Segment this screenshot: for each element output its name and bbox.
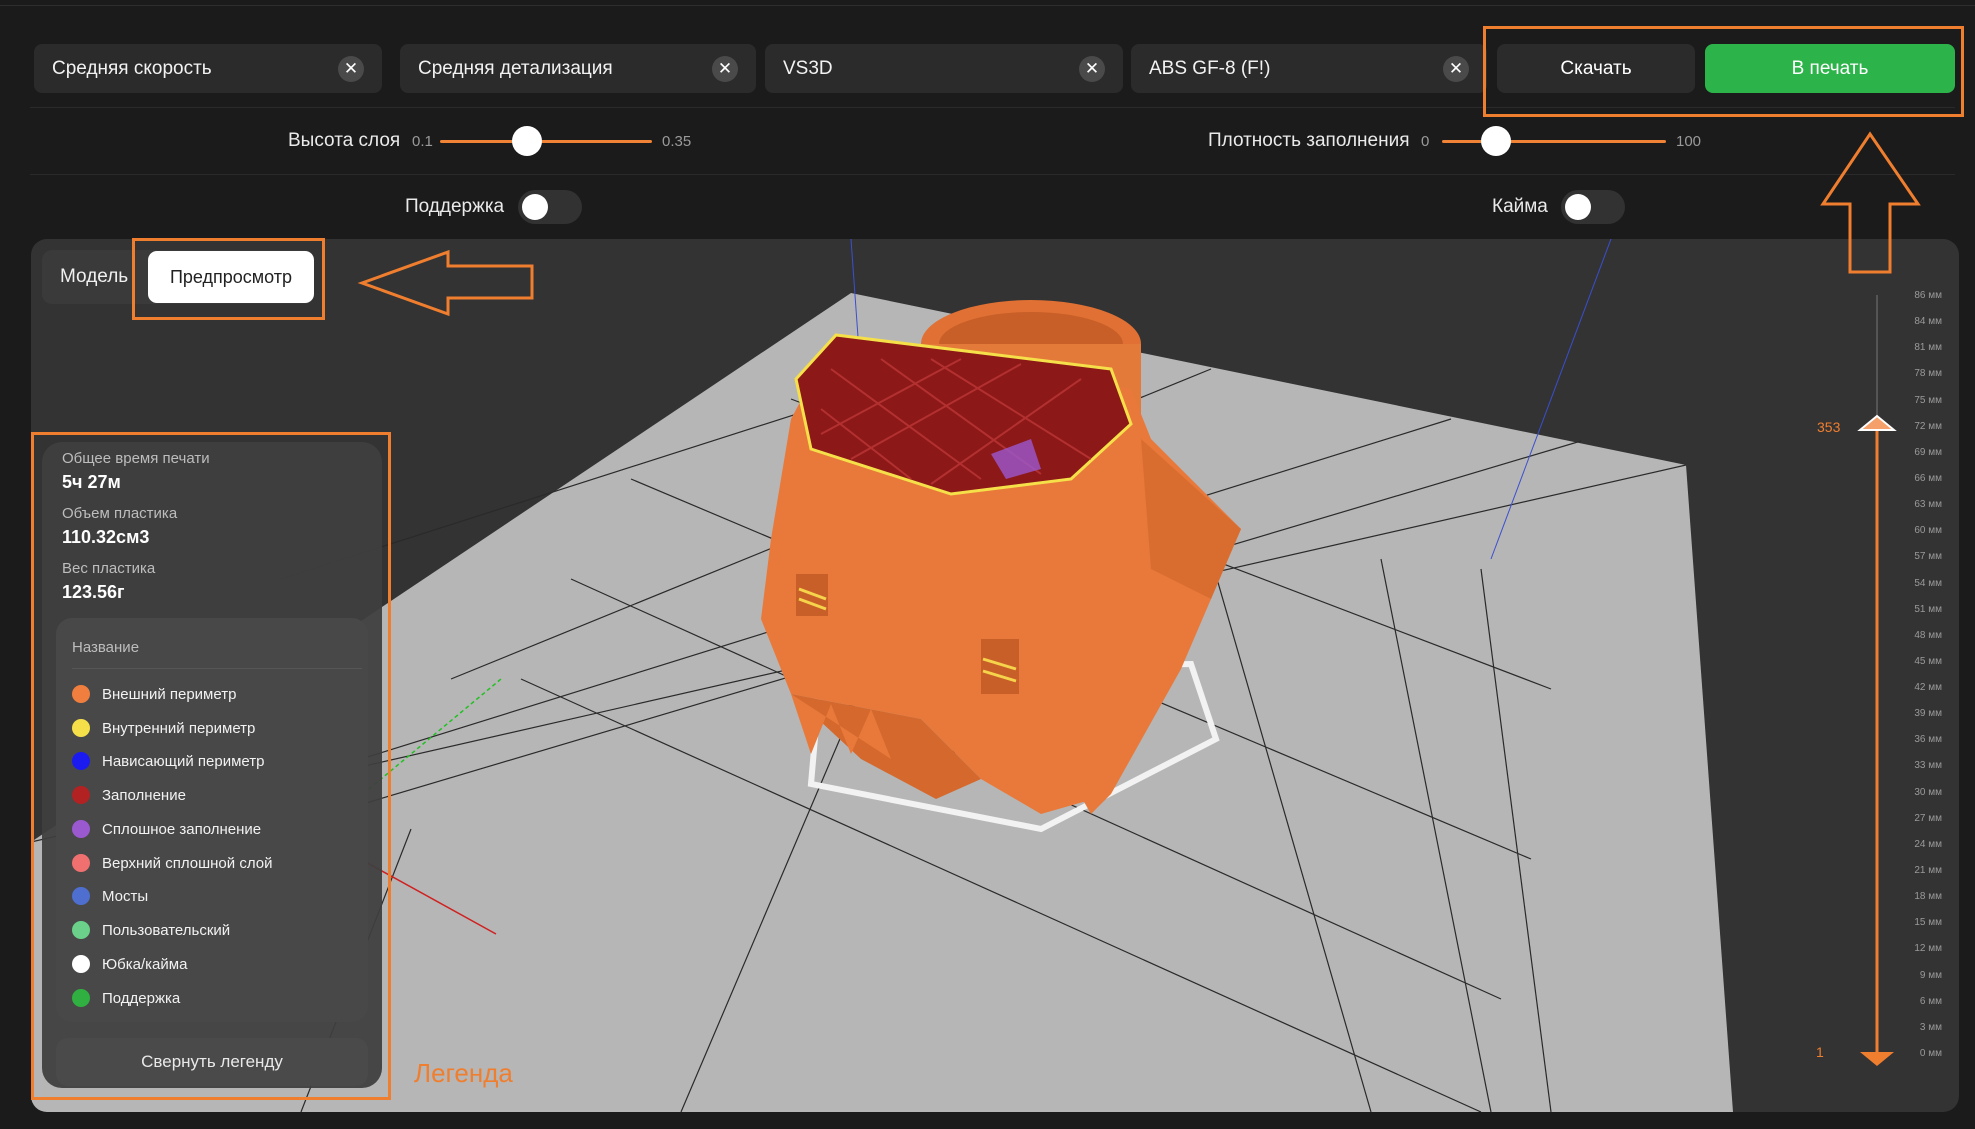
layer-height-slider[interactable] <box>440 140 652 143</box>
detail-profile-chip[interactable]: Средняя детализация ✕ <box>400 44 756 93</box>
layer-height-slider-handle[interactable] <box>511 126 542 156</box>
ruler-tick-label: 30 мм <box>1914 786 1942 798</box>
actions-highlight <box>1483 26 1964 117</box>
ruler-tick-label: 54 мм <box>1914 577 1942 589</box>
printer-chip[interactable]: VS3D ✕ <box>765 44 1123 93</box>
infill-density-slider[interactable] <box>1442 140 1666 143</box>
infill-density-label: Плотность заполнения <box>1208 130 1410 151</box>
ruler-tick-label: 72 мм <box>1914 420 1942 432</box>
infill-density-max: 100 <box>1676 133 1702 150</box>
toggle-knob <box>522 194 548 220</box>
layer-bottom-value: 1 <box>1816 1044 1824 1060</box>
ruler-tick-label: 81 мм <box>1914 342 1942 354</box>
tab-model[interactable]: Модель <box>60 266 128 288</box>
close-icon[interactable]: ✕ <box>712 55 738 82</box>
ruler-tick-label: 51 мм <box>1914 603 1942 615</box>
ruler-tick-label: 24 мм <box>1914 838 1942 850</box>
ruler-tick-label: 12 мм <box>1914 943 1942 955</box>
printer-label: VS3D <box>783 57 833 79</box>
ruler-tick-label: 57 мм <box>1914 551 1942 563</box>
divider <box>30 174 1955 175</box>
ruler-tick-label: 84 мм <box>1914 316 1942 328</box>
material-label: ABS GF-8 (F!) <box>1149 57 1271 79</box>
ruler-tick-label: 27 мм <box>1914 812 1942 824</box>
infill-density-min: 0 <box>1421 133 1430 150</box>
close-icon[interactable]: ✕ <box>1443 55 1469 82</box>
top-divider <box>0 5 1975 6</box>
detail-profile-label: Средняя детализация <box>418 57 613 79</box>
ruler-tick-label: 36 мм <box>1914 734 1942 746</box>
toggle-knob <box>1565 194 1591 220</box>
layer-top-value: 353 <box>1817 419 1841 435</box>
ruler-tick-label: 6 мм <box>1919 995 1942 1007</box>
ruler-tick-label: 9 мм <box>1919 969 1942 981</box>
ruler-tick-label: 45 мм <box>1914 655 1942 667</box>
brim-label: Кайма <box>1492 196 1548 217</box>
support-label: Поддержка <box>405 196 505 217</box>
ruler-tick-label: 33 мм <box>1914 760 1942 772</box>
ruler-tick-label: 78 мм <box>1914 368 1942 380</box>
preview-tab-highlight <box>132 238 325 320</box>
ruler-tick-label: 60 мм <box>1914 525 1942 537</box>
ruler-tick-label: 15 мм <box>1914 917 1942 929</box>
ruler-tick-label: 3 мм <box>1919 1021 1942 1033</box>
ruler-tick-label: 86 мм <box>1914 290 1942 301</box>
ruler-tick-label: 63 мм <box>1914 499 1942 511</box>
close-icon[interactable]: ✕ <box>338 55 364 82</box>
layer-height-min: 0.1 <box>412 133 433 150</box>
legend-caption: Легенда <box>414 1058 513 1088</box>
infill-density-slider-handle[interactable] <box>1480 126 1511 156</box>
ruler-tick-label: 42 мм <box>1914 682 1942 694</box>
speed-profile-chip[interactable]: Средняя скорость ✕ <box>34 44 382 93</box>
ruler-tick-label: 18 мм <box>1914 891 1942 903</box>
ruler-tick-label: 48 мм <box>1914 629 1942 641</box>
ruler-tick-label: 66 мм <box>1914 472 1942 484</box>
ruler-tick-label: 69 мм <box>1914 446 1942 458</box>
model-window <box>981 639 1019 694</box>
close-icon[interactable]: ✕ <box>1079 55 1105 82</box>
legend-highlight <box>31 432 391 1100</box>
ruler-tick-label: 39 мм <box>1914 708 1942 720</box>
material-chip[interactable]: ABS GF-8 (F!) ✕ <box>1131 44 1487 93</box>
support-toggle[interactable] <box>518 190 582 224</box>
ruler-tick-label: 21 мм <box>1914 865 1942 877</box>
brim-toggle[interactable] <box>1561 190 1625 224</box>
ruler-tick-label: 0 мм <box>1919 1048 1942 1059</box>
layer-height-max: 0.35 <box>662 133 692 150</box>
ruler-tick-label: 75 мм <box>1914 394 1942 406</box>
layer-height-label: Высота слоя <box>288 130 401 151</box>
speed-profile-label: Средняя скорость <box>52 57 212 79</box>
